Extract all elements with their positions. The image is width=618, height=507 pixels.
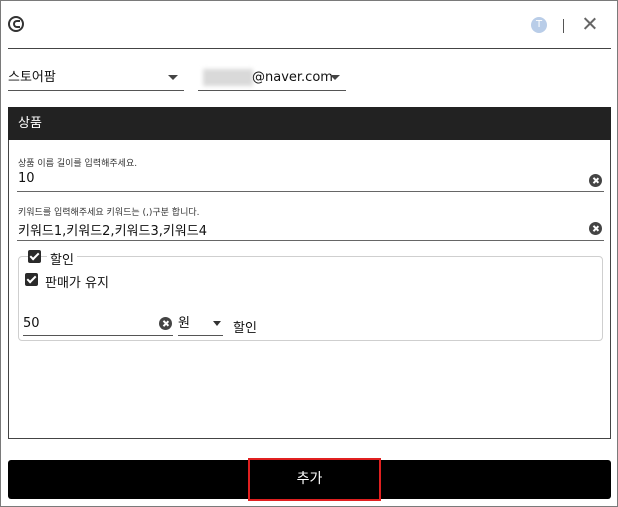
account-select-value: @naver.com — [252, 70, 333, 85]
title-length-label: 상품 이름 길이를 입력해주세요. — [18, 159, 138, 169]
keywords-field[interactable]: 키워드를 입력해주세요 키워드는 (,)구분 합니다. 키워드1,키워드2,키워… — [17, 205, 604, 241]
app-logo-icon — [8, 16, 24, 32]
discount-unit-select[interactable]: 원 — [178, 313, 223, 336]
chevron-down-icon — [168, 75, 178, 80]
user-avatar[interactable]: T — [531, 17, 547, 33]
discount-suffix-label: 할인 — [233, 321, 257, 336]
discount-checkbox-label: 할인 — [47, 249, 77, 268]
clear-discount-amount-icon[interactable] — [159, 317, 172, 330]
keywords-label: 키워드를 입력해주세요 키워드는 (,)구분 합니다. — [18, 208, 200, 218]
keep-price-label: 판매가 유지 — [45, 276, 109, 291]
chevron-down-icon — [330, 75, 340, 80]
close-icon[interactable] — [580, 14, 600, 34]
title-divider — [8, 48, 611, 49]
product-panel-header: 상품 — [8, 107, 611, 140]
clear-keywords-icon[interactable] — [589, 222, 602, 235]
clear-title-length-icon[interactable] — [589, 174, 602, 187]
title-separator — [563, 19, 564, 33]
store-select[interactable]: 스토어팜 — [8, 66, 184, 91]
add-button-label[interactable]: 추가 — [8, 460, 611, 499]
discount-amount-input[interactable]: 50 — [23, 313, 173, 336]
discount-checkbox[interactable] — [28, 250, 41, 263]
title-length-field[interactable]: 상품 이름 길이를 입력해주세요. 10 — [17, 156, 604, 192]
keep-price-checkbox[interactable] — [25, 273, 38, 286]
product-panel-title: 상품 — [18, 116, 42, 131]
discount-unit-value: 원 — [178, 316, 190, 331]
account-select[interactable]: @naver.com — [198, 66, 346, 91]
keywords-input[interactable]: 키워드1,키워드2,키워드3,키워드4 — [18, 220, 207, 239]
title-length-input[interactable]: 10 — [18, 171, 35, 186]
redacted-account-id — [203, 69, 253, 86]
chevron-down-icon — [213, 321, 221, 326]
discount-amount-value: 50 — [23, 316, 40, 331]
store-select-value: 스토어팜 — [8, 70, 56, 85]
